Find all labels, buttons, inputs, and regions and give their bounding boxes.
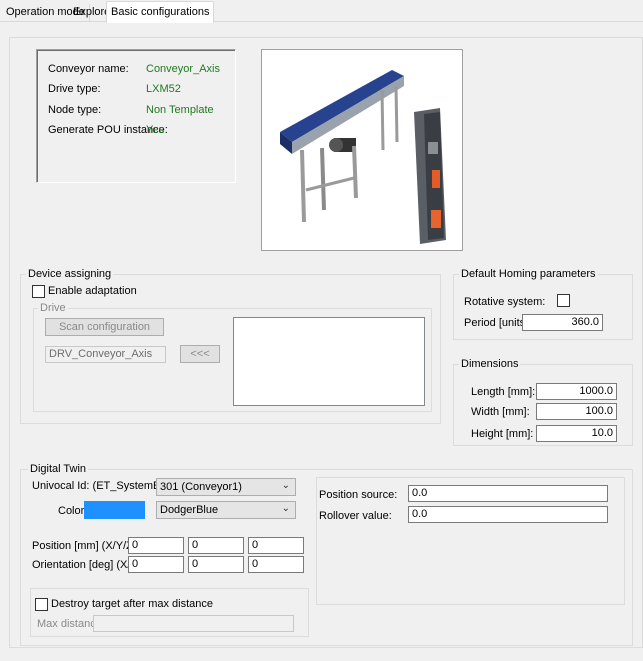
- assign-drive-button[interactable]: <<<: [180, 345, 220, 363]
- length-input[interactable]: 1000.0: [536, 383, 617, 400]
- drive-type-value: LXM52: [146, 83, 181, 95]
- generate-pou-value: Yes: [146, 124, 164, 136]
- univocal-id-select[interactable]: 301 (Conveyor1) ⌄: [156, 478, 296, 496]
- conveyor-name-label: Conveyor name:: [48, 63, 129, 75]
- color-value: DodgerBlue: [160, 504, 219, 516]
- drive-name-field[interactable]: DRV_Conveyor_Axis: [45, 346, 166, 363]
- destroy-target-checkbox[interactable]: [35, 598, 48, 611]
- tab-basic-configurations[interactable]: Basic configurations: [106, 1, 215, 23]
- univocal-id-value: 301 (Conveyor1): [160, 481, 242, 493]
- node-type-value: Non Template: [146, 104, 214, 116]
- length-label: Length [mm]:: [471, 386, 536, 398]
- node-type-label: Node type:: [48, 104, 102, 116]
- width-label: Width [mm]:: [471, 406, 530, 418]
- color-label: Color:: [58, 505, 88, 517]
- position-z-input[interactable]: 0: [248, 537, 304, 554]
- enable-adaptation-label: Enable adaptation: [48, 285, 137, 297]
- position-source-label: Position source:: [319, 489, 398, 501]
- position-label: Position [mm] (X/Y/Z):: [32, 540, 140, 552]
- digital-twin-title: Digital Twin: [28, 463, 89, 475]
- position-source-input[interactable]: 0.0: [408, 485, 608, 502]
- position-y-input[interactable]: 0: [188, 537, 244, 554]
- rollover-input[interactable]: 0.0: [408, 506, 608, 523]
- chevron-down-icon: ⌄: [281, 503, 290, 514]
- drive-group-title: Drive: [38, 302, 68, 314]
- orientation-x-input[interactable]: 0: [128, 556, 184, 573]
- rollover-label: Rollover value:: [319, 510, 392, 522]
- device-assigning-title: Device assigning: [26, 268, 114, 280]
- position-x-input[interactable]: 0: [128, 537, 184, 554]
- period-input[interactable]: 360.0: [522, 314, 603, 331]
- enable-adaptation-checkbox[interactable]: [32, 285, 45, 298]
- tab-strip: Operation mode Explorer Basic configurat…: [0, 0, 643, 23]
- conveyor-name-value: Conveyor_Axis: [146, 63, 220, 75]
- max-distance-input[interactable]: [93, 615, 294, 632]
- conveyor-image: [261, 49, 463, 251]
- scan-configuration-button[interactable]: Scan configuration: [45, 318, 164, 336]
- height-label: Height [mm]:: [471, 428, 534, 440]
- drive-type-label: Drive type:: [48, 83, 101, 95]
- dimensions-title: Dimensions: [459, 358, 521, 370]
- chevron-down-icon: ⌄: [281, 480, 290, 491]
- height-input[interactable]: 10.0: [536, 425, 617, 442]
- color-swatch[interactable]: [84, 501, 145, 519]
- orientation-y-input[interactable]: 0: [188, 556, 244, 573]
- homing-title: Default Homing parameters: [459, 268, 598, 280]
- conveyor-illustration: [280, 70, 446, 244]
- width-input[interactable]: 100.0: [536, 403, 617, 420]
- drive-list[interactable]: [233, 317, 425, 406]
- rotative-system-checkbox[interactable]: [557, 294, 570, 307]
- destroy-target-label: Destroy target after max distance: [51, 598, 214, 610]
- color-select[interactable]: DodgerBlue ⌄: [156, 501, 296, 519]
- orientation-z-input[interactable]: 0: [248, 556, 304, 573]
- rotative-system-label: Rotative system:: [464, 296, 546, 308]
